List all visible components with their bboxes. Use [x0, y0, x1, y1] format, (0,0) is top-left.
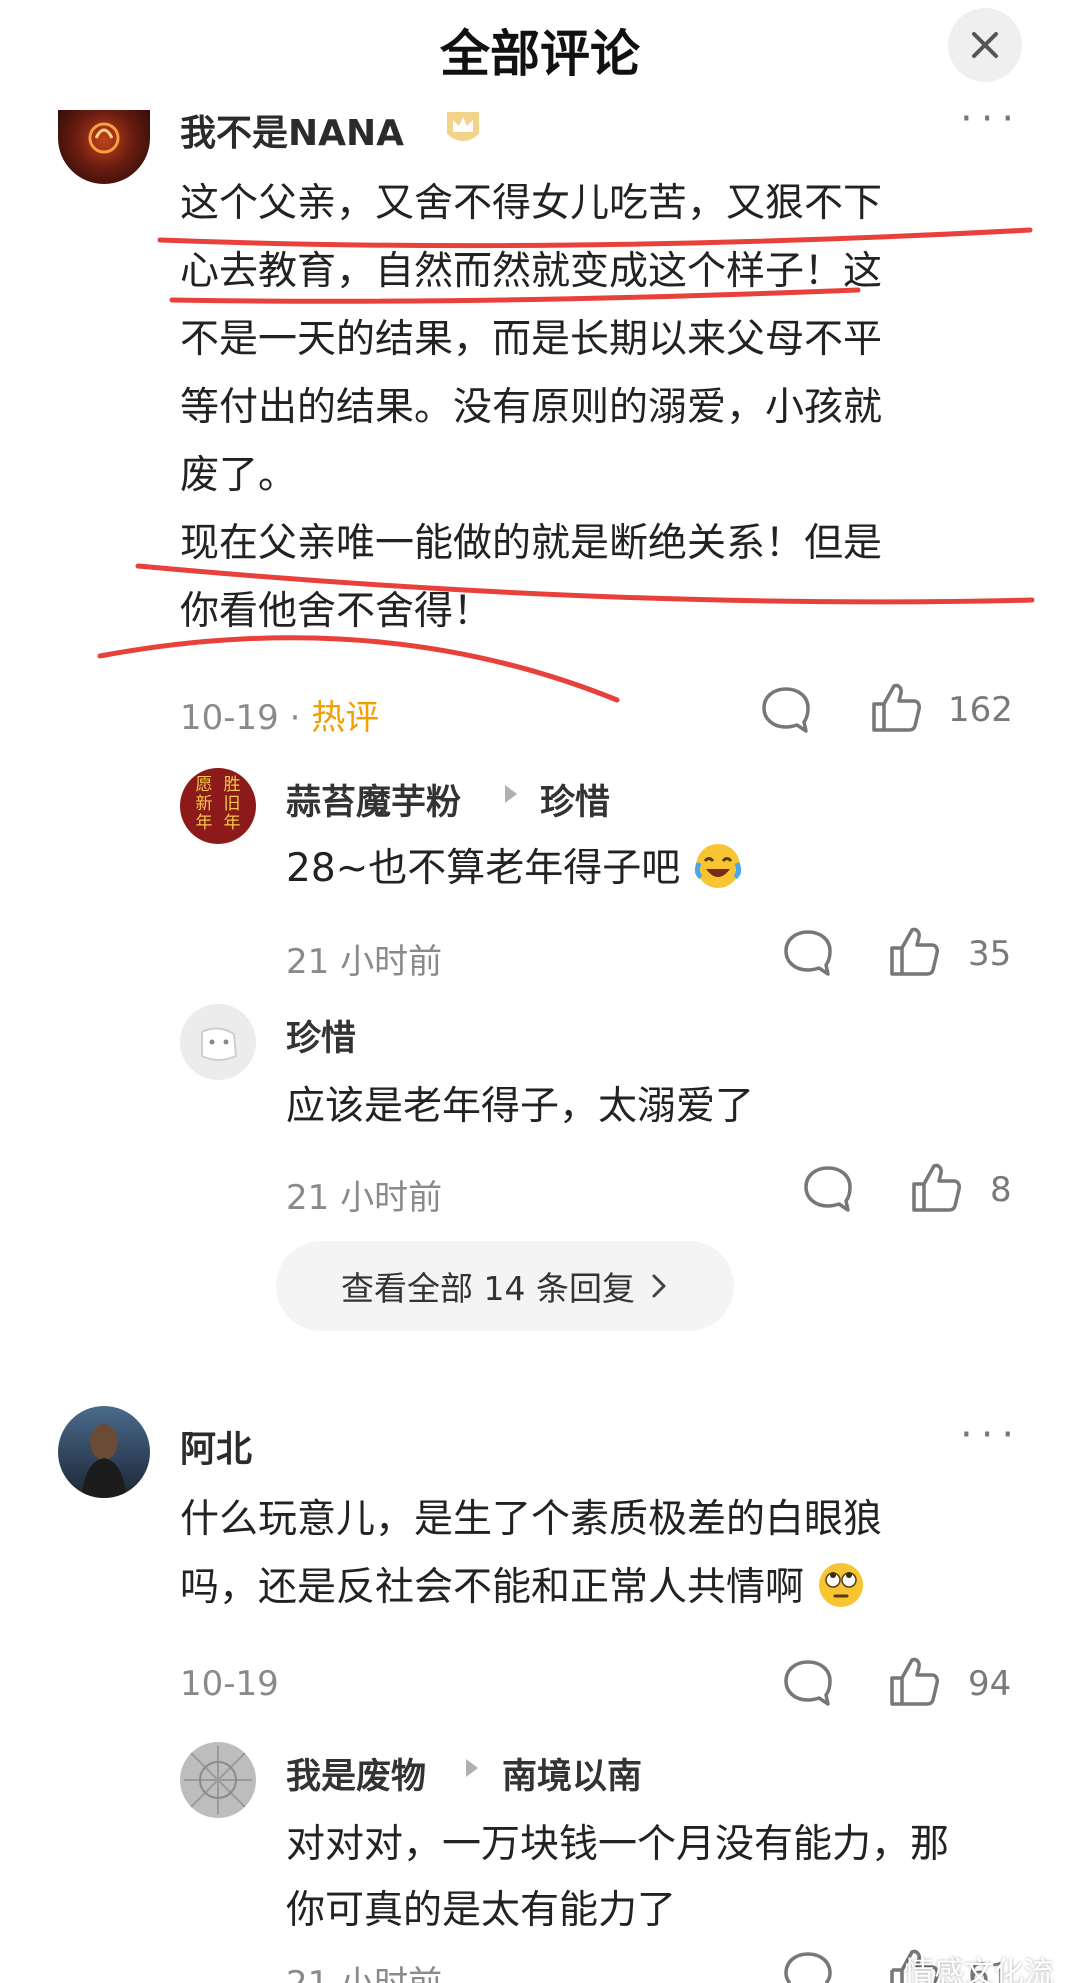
avatar-char: 愿 — [195, 775, 213, 795]
red-underline-annotation — [97, 227, 1035, 703]
hot-comment-tag: 热评 — [311, 698, 380, 738]
reply-arrow-icon — [505, 785, 517, 803]
comment-meta: 10-19 · 热评 — [180, 690, 379, 739]
reply-time: 21 小时前 — [286, 1178, 443, 1218]
avatar[interactable] — [180, 1742, 256, 1818]
comment-date: 10-19 — [180, 1664, 279, 1704]
avatar-char: 年 — [223, 813, 241, 833]
avatar[interactable]: 愿胜 新旧 年年 — [180, 768, 256, 844]
reply-time: 21 小时前 — [286, 1956, 442, 1983]
reply-target[interactable]: 珍惜 — [540, 774, 610, 825]
avatar[interactable] — [180, 1004, 256, 1080]
reply-line: 对对对，一万块钱一个月没有能力，那 — [286, 1822, 950, 1867]
avatar-char: 旧 — [223, 794, 241, 814]
like-count: 35 — [968, 934, 1012, 974]
meta-separator: · — [278, 698, 312, 738]
reply-author[interactable]: 我是废物 — [286, 1748, 426, 1799]
like-count: 8 — [990, 1170, 1012, 1210]
like-count: 162 — [948, 690, 1013, 730]
reply-target[interactable]: 南境以南 — [502, 1748, 642, 1799]
comment-line-text: 吗，还是反社会不能和正常人共情啊 — [180, 1565, 805, 1610]
watermark: 情感文化流 — [904, 1956, 1054, 1983]
comment-bubble-icon[interactable] — [802, 1164, 854, 1214]
reply-text: 对对对，一万块钱一个月没有能力，那 你可真的是太有能力了 — [286, 1812, 1046, 1944]
reply-line: 你可真的是太有能力了 — [286, 1888, 677, 1933]
like-thumb-icon[interactable] — [888, 1654, 940, 1708]
comment-bubble-icon[interactable] — [782, 1950, 834, 1983]
like-thumb-icon[interactable] — [870, 680, 922, 734]
comment-bubble-icon[interactable] — [760, 685, 812, 735]
comment-date: 10-19 — [180, 698, 279, 738]
like-thumb-icon[interactable] — [910, 1160, 962, 1214]
avatar-char: 年 — [195, 813, 213, 833]
view-all-label: 查看全部 14 条回复 — [341, 1269, 635, 1308]
reply-text-content: 28~也不算老年得子吧 — [286, 846, 681, 891]
more-options-button[interactable]: ··· — [960, 1412, 1022, 1458]
comment-bubble-icon[interactable] — [782, 928, 834, 978]
comment-author[interactable]: 阿北 — [180, 1420, 252, 1472]
avatar[interactable] — [58, 1406, 150, 1498]
reply-text: 应该是老年得子，太溺爱了 — [286, 1084, 755, 1129]
reply-author[interactable]: 珍惜 — [286, 1010, 356, 1061]
comment-line: 吗，还是反社会不能和正常人共情啊 — [180, 1554, 1040, 1622]
like-thumb-icon[interactable] — [888, 924, 940, 978]
reply-text: 28~也不算老年得子吧 — [286, 836, 1046, 902]
avatar-char: 胜 — [223, 775, 241, 795]
chevron-right-icon — [652, 1274, 666, 1298]
avatar-char: 新 — [195, 794, 213, 814]
reply-time: 21 小时前 — [286, 942, 443, 982]
like-count: 94 — [968, 1664, 1012, 1704]
reply-arrow-icon — [466, 1759, 478, 1777]
laughing-crying-emoji — [694, 844, 741, 888]
comment-line: 什么玩意儿，是生了个素质极差的白眼狼 — [180, 1497, 883, 1542]
comment-text: 什么玩意儿，是生了个素质极差的白眼狼 吗，还是反社会不能和正常人共情啊 — [180, 1486, 1040, 1622]
view-all-replies-button[interactable]: 查看全部 14 条回复 — [276, 1241, 734, 1331]
eye-roll-emoji — [819, 1563, 864, 1607]
reply-author[interactable]: 蒜苔魔芋粉 — [286, 774, 461, 825]
comment-bubble-icon[interactable] — [782, 1658, 834, 1708]
